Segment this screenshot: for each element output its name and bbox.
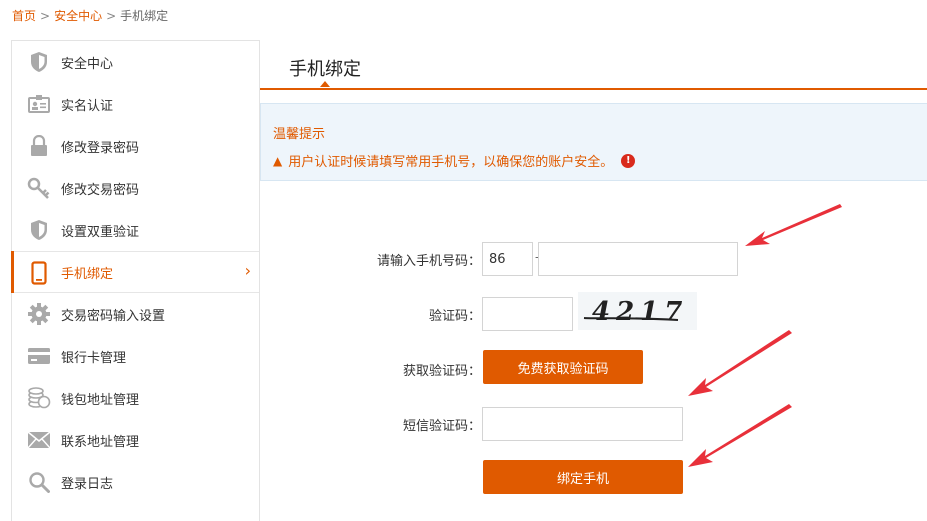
sidebar-item-contact-addresses[interactable]: 联系地址管理 <box>12 419 259 461</box>
lock-icon <box>27 134 51 158</box>
sidebar-item-label: 实名认证 <box>61 98 114 114</box>
tips-message: ▲ 用户认证时候请填写常用手机号，以确保您的账户安全。 ! <box>273 151 636 170</box>
breadcrumb-separator: > <box>40 9 51 23</box>
info-icon[interactable]: ! <box>621 153 636 168</box>
phone-number-input[interactable] <box>538 242 738 276</box>
sidebar-item-real-name[interactable]: 实名认证 <box>12 83 259 125</box>
key-icon <box>27 176 51 200</box>
warning-icon: ▲ <box>273 153 283 168</box>
tips-text: 用户认证时候请填写常用手机号，以确保您的账户安全。 <box>288 155 614 170</box>
sidebar-nav: 安全中心 实名认证 修改登录密码 修改交易密码 设置双重验证 手机绑定 › 交易… <box>11 40 260 521</box>
title-divider <box>260 88 927 90</box>
sidebar-item-trade-password-settings[interactable]: 交易密码输入设置 <box>12 293 259 335</box>
captcha-label: 验证码： <box>428 309 481 324</box>
gear-icon <box>27 302 51 326</box>
phone-label: 请输入手机号码： <box>376 254 481 269</box>
sms-code-label: 短信验证码： <box>402 419 481 434</box>
annotation-arrow <box>745 204 842 246</box>
phone-icon <box>27 261 51 285</box>
search-icon <box>27 470 51 494</box>
page-title: 手机绑定 <box>289 59 361 80</box>
chevron-right-icon: › <box>244 261 251 280</box>
tips-title: 温馨提示 <box>273 127 326 142</box>
sidebar-item-label: 钱包地址管理 <box>61 392 140 408</box>
sidebar-item-label: 修改登录密码 <box>61 140 140 156</box>
sidebar-item-trade-password[interactable]: 修改交易密码 <box>12 167 259 209</box>
annotation-arrow <box>688 330 792 396</box>
breadcrumb: 首页 > 安全中心 > 手机绑定 <box>12 7 168 24</box>
breadcrumb-home-link[interactable]: 首页 <box>12 9 36 23</box>
sidebar-item-label: 手机绑定 <box>61 266 114 282</box>
sms-code-input[interactable] <box>482 407 683 441</box>
breadcrumb-current: 手机绑定 <box>120 9 169 23</box>
page-root: 首页>安全中心>手机绑定 安全中心 实名认证 修改登录密码 修改交易密码 <box>0 0 927 521</box>
sidebar-item-two-factor[interactable]: 设置双重验证 <box>12 209 259 251</box>
annotation-arrow <box>688 404 792 467</box>
get-code-label: 获取验证码： <box>402 364 481 379</box>
breadcrumb-security-link[interactable]: 安全中心 <box>54 9 102 23</box>
sidebar-item-label: 交易密码输入设置 <box>61 308 166 324</box>
sidebar-item-phone-binding[interactable]: 手机绑定 › <box>11 251 259 293</box>
get-code-button[interactable]: 免费获取验证码 <box>483 350 643 384</box>
captcha-input[interactable] <box>482 297 573 331</box>
sidebar-item-login-log[interactable]: 登录日志 <box>12 461 259 503</box>
envelope-icon <box>27 428 51 452</box>
bind-phone-button[interactable]: 绑定手机 <box>483 460 683 494</box>
sidebar-item-login-password[interactable]: 修改登录密码 <box>12 125 259 167</box>
shield-half-icon <box>27 218 51 242</box>
tips-box: 温馨提示 ▲ 用户认证时候请填写常用手机号，以确保您的账户安全。 ! <box>260 103 927 181</box>
title-caret <box>320 81 330 87</box>
bank-card-icon <box>27 344 51 368</box>
shield-icon <box>27 50 51 74</box>
sidebar-item-bank-cards[interactable]: 银行卡管理 <box>12 335 259 377</box>
sidebar-item-label: 联系地址管理 <box>61 434 140 450</box>
country-code-input[interactable] <box>482 242 533 276</box>
sidebar-item-label: 登录日志 <box>61 476 114 492</box>
captcha-image[interactable]: 4217 <box>578 292 697 330</box>
sidebar-item-label: 安全中心 <box>61 56 114 72</box>
sidebar-item-wallet-addresses[interactable]: 钱包地址管理 <box>12 377 259 419</box>
coins-icon <box>27 386 51 410</box>
breadcrumb-separator: > <box>106 9 117 23</box>
captcha-text: 4217 <box>592 297 688 327</box>
sidebar-item-security-center[interactable]: 安全中心 <box>12 41 259 83</box>
id-card-icon <box>27 92 51 116</box>
sidebar-item-label: 设置双重验证 <box>61 224 140 240</box>
sidebar-item-label: 修改交易密码 <box>61 182 140 198</box>
sidebar-item-label: 银行卡管理 <box>61 350 127 366</box>
